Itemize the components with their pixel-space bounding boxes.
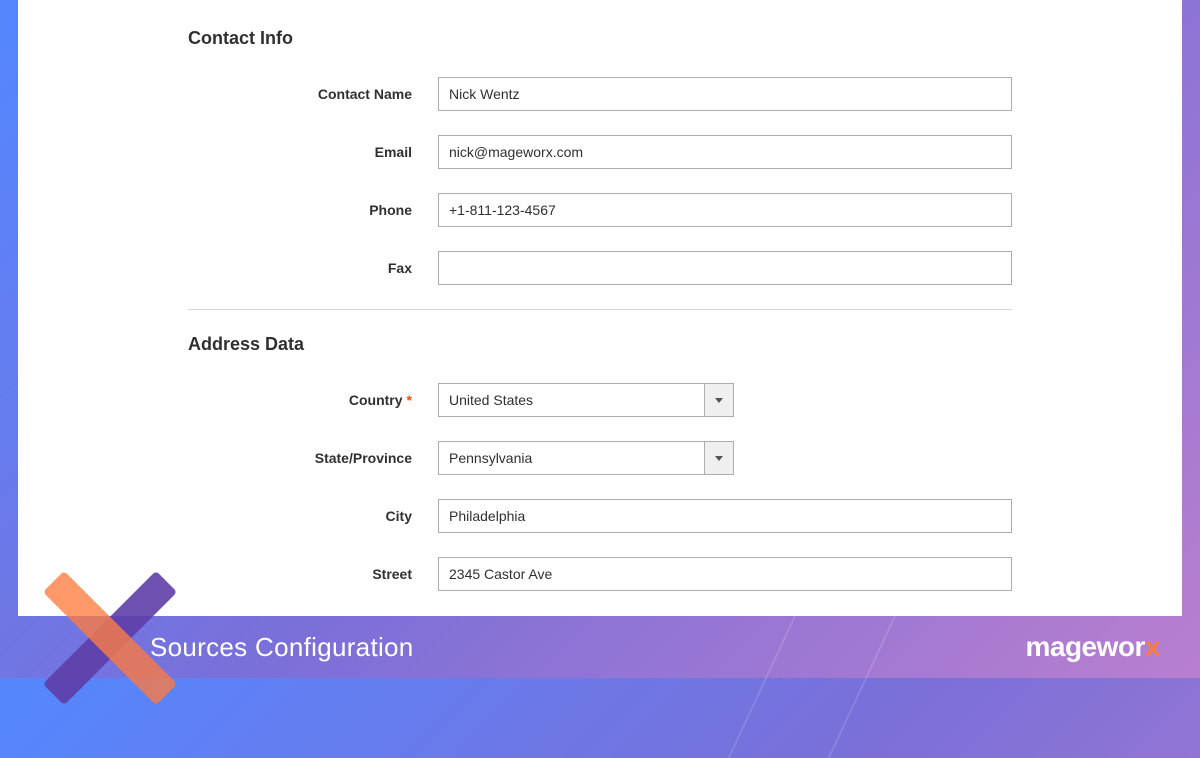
row-phone: Phone	[188, 193, 1012, 227]
footer-bar: Sources Configuration mageworx	[0, 616, 1200, 678]
row-street: Street	[188, 557, 1012, 591]
label-phone: Phone	[188, 202, 438, 218]
label-street: Street	[188, 566, 438, 582]
input-email[interactable]	[438, 135, 1012, 169]
input-fax[interactable]	[438, 251, 1012, 285]
row-city: City	[188, 499, 1012, 533]
form-panel: Contact Info Contact Name Email Phone Fa…	[18, 0, 1182, 616]
chevron-down-icon	[715, 456, 723, 461]
select-country[interactable]: United States	[438, 383, 734, 417]
brand-wordmark: mageworx	[1025, 631, 1160, 663]
input-contact-name[interactable]	[438, 77, 1012, 111]
section-title-address: Address Data	[188, 334, 1012, 355]
label-fax: Fax	[188, 260, 438, 276]
select-state-toggle[interactable]	[704, 441, 734, 475]
select-country-value[interactable]: United States	[438, 383, 704, 417]
section-title-contact: Contact Info	[188, 28, 1012, 49]
footer-title: Sources Configuration	[150, 632, 414, 663]
select-country-toggle[interactable]	[704, 383, 734, 417]
input-phone[interactable]	[438, 193, 1012, 227]
label-city: City	[188, 508, 438, 524]
required-asterisk: *	[407, 392, 412, 408]
input-city[interactable]	[438, 499, 1012, 533]
label-contact-name: Contact Name	[188, 86, 438, 102]
chevron-down-icon	[715, 398, 723, 403]
select-state[interactable]: Pennsylvania	[438, 441, 734, 475]
row-country: Country * United States	[188, 383, 1012, 417]
section-divider	[188, 309, 1012, 310]
label-state: State/Province	[188, 450, 438, 466]
row-contact-name: Contact Name	[188, 77, 1012, 111]
label-country: Country *	[188, 392, 438, 408]
label-email: Email	[188, 144, 438, 160]
input-street[interactable]	[438, 557, 1012, 591]
row-email: Email	[188, 135, 1012, 169]
select-state-value[interactable]: Pennsylvania	[438, 441, 704, 475]
row-state: State/Province Pennsylvania	[188, 441, 1012, 475]
row-fax: Fax	[188, 251, 1012, 285]
